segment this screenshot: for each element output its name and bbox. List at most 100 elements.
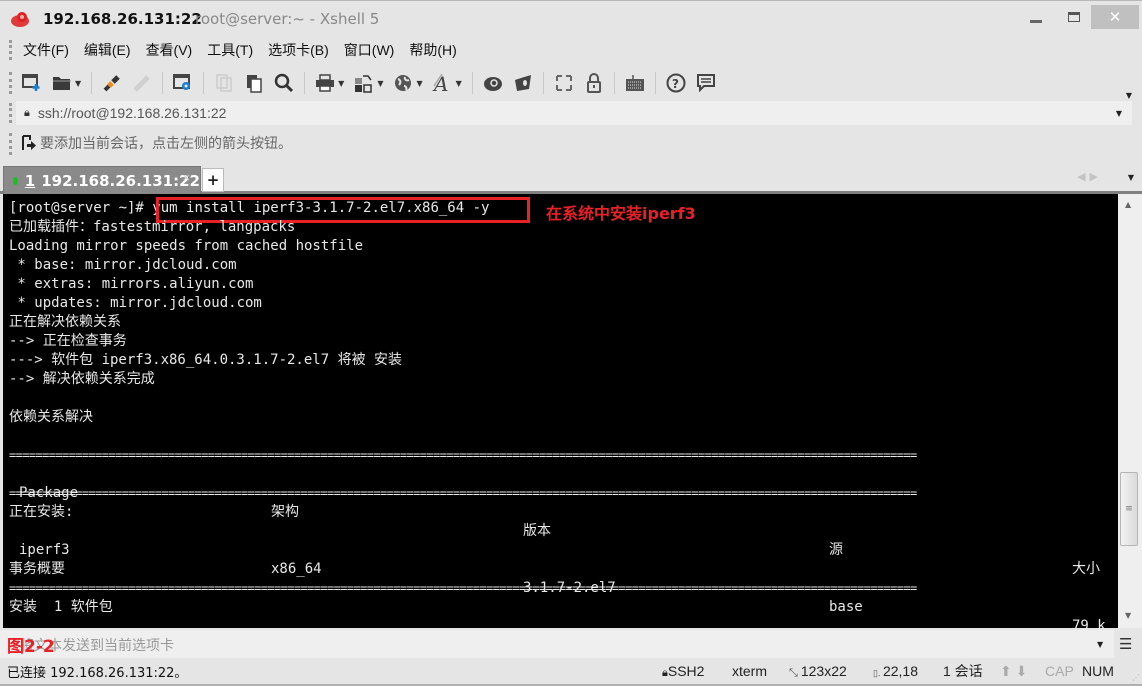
toolbar-separator: [162, 72, 164, 94]
close-icon: ✕: [1108, 8, 1122, 26]
addressbar-grip[interactable]: [9, 103, 12, 123]
cursor-position-value: 22,18: [882, 663, 919, 679]
lock-icon: [586, 73, 601, 93]
lock-button[interactable]: [582, 71, 606, 95]
session-count: 1 会话: [943, 663, 983, 679]
svg-text:?: ?: [672, 77, 679, 91]
session-hint-bar: 要添加当前会话，点击左侧的箭头按钮。: [0, 128, 1142, 158]
copy-button[interactable]: [212, 71, 236, 95]
session-properties-button[interactable]: [171, 71, 195, 95]
tab-scroll-arrows-icon[interactable]: ◀▶: [1077, 170, 1102, 183]
compose-input[interactable]: 将文本发送到当前选项卡 图2-2: [0, 630, 1114, 658]
connect-button[interactable]: [100, 71, 124, 95]
status-bar: 已连接 192.168.26.131:22。 🔒︎SSH2 xterm ⤡ 12…: [0, 658, 1142, 686]
scrollbar-thumb[interactable]: ≡: [1120, 472, 1138, 546]
num-lock-indicator: NUM: [1082, 663, 1114, 679]
menu-file[interactable]: 文件(F): [23, 40, 69, 60]
print-dropdown-icon[interactable]: ▼: [338, 79, 344, 88]
toolbar-overflow-icon[interactable]: ▼: [1126, 91, 1132, 100]
find-button[interactable]: [272, 71, 296, 95]
summary-label: 事务概要: [9, 561, 65, 577]
cell-package: iperf3: [19, 542, 70, 558]
minimize-icon: [1030, 19, 1042, 23]
tab-list-dropdown-icon[interactable]: ▼: [1128, 173, 1134, 182]
new-tab-button[interactable]: +: [202, 168, 224, 192]
toolbar: ▼ ▼ ▼ ▼ A ▼ ? ▼: [0, 66, 1142, 100]
xmanager-icon: [514, 75, 531, 91]
cell-repo: base: [829, 599, 863, 615]
toolbar-separator: [91, 72, 93, 94]
compose-bar: 将文本发送到当前选项卡 图2-2 ▼ ☰: [0, 630, 1142, 658]
terminal-line: ---> 软件包 iperf3.x86_64.0.3.1.7-2.el7 将被 …: [9, 352, 403, 368]
title-bar: 192.168.26.131:22 root@server:~ - Xshell…: [0, 0, 1142, 36]
menu-help[interactable]: 帮助(H): [409, 40, 456, 60]
terminal-line: Loading mirror speeds from cached hostfi…: [9, 238, 364, 254]
help-button[interactable]: ?: [664, 71, 688, 95]
summary-line: 安装 1 软件包: [9, 599, 113, 615]
paste-button[interactable]: [242, 71, 266, 95]
globe-button[interactable]: [391, 71, 415, 95]
cursor-icon: ▯.: [873, 668, 883, 678]
address-bar[interactable]: 🔒︎ ssh://root@192.168.26.131:22 ▼: [16, 101, 1132, 125]
font-dropdown-icon[interactable]: ▼: [456, 79, 462, 88]
terminal-line: * extras: mirrors.aliyun.com: [9, 276, 254, 292]
find-icon: [274, 73, 294, 93]
close-button[interactable]: ✕: [1091, 5, 1139, 29]
session-tab[interactable]: 1 192.168.26.131:22 ×: [3, 166, 201, 195]
prompt: [root@server ~]#: [9, 200, 153, 216]
separator-line: ========================================…: [9, 581, 917, 595]
keyboard-button[interactable]: [623, 71, 647, 95]
protocol-label: SSH2: [667, 662, 705, 679]
font-button[interactable]: A: [431, 71, 455, 95]
scroll-down-icon[interactable]: ▼: [1125, 611, 1131, 620]
transfer-dropdown-icon[interactable]: ▼: [377, 79, 383, 88]
xshell-logo-icon: [11, 12, 29, 27]
transfer-button[interactable]: [352, 71, 376, 95]
disconnect-button[interactable]: [130, 71, 154, 95]
lock-icon: 🔒︎: [24, 106, 30, 119]
compose-menu-icon[interactable]: ☰: [1119, 635, 1132, 653]
fullscreen-button[interactable]: [552, 71, 576, 95]
new-session-button[interactable]: [20, 71, 44, 95]
svg-text:A: A: [432, 72, 448, 94]
menu-tabs[interactable]: 选项卡(B): [268, 40, 329, 60]
font-icon: A: [432, 72, 448, 94]
terminal-scrollbar[interactable]: ▲ ≡ ▼: [1118, 194, 1142, 628]
scroll-up-icon[interactable]: ▲: [1125, 200, 1131, 209]
add-session-arrow-icon[interactable]: [22, 135, 36, 151]
open-button[interactable]: [50, 71, 74, 95]
paste-icon: [247, 75, 262, 93]
globe-dropdown-icon[interactable]: ▼: [416, 79, 422, 88]
window-title-host: 192.168.26.131:22: [43, 10, 202, 28]
print-icon: [316, 74, 335, 92]
menu-window[interactable]: 窗口(W): [344, 40, 395, 60]
compose-dropdown-icon[interactable]: ▼: [1097, 640, 1103, 649]
open-dropdown-icon[interactable]: ▼: [75, 79, 81, 88]
toolbar-grip[interactable]: [9, 72, 12, 94]
window-title: root@server:~ - Xshell 5: [195, 10, 380, 28]
resize-grip-icon[interactable]: ⋰: [1132, 673, 1140, 682]
tab-number: 1: [24, 172, 36, 190]
menu-view[interactable]: 查看(V): [146, 40, 193, 60]
address-dropdown-icon[interactable]: ▼: [1116, 109, 1122, 118]
protocol-status: 🔒︎SSH2: [662, 663, 704, 680]
terminal-line: --> 解决依赖关系完成: [9, 371, 155, 387]
chat-button[interactable]: [694, 71, 718, 95]
toolbar-separator: [471, 72, 473, 94]
print-button[interactable]: [313, 71, 337, 95]
terminal-output[interactable]: [root@server ~]# yum install iperf3-3.1.…: [0, 194, 1118, 634]
menu-bar: 文件(F) 编辑(E) 查看(V) 工具(T) 选项卡(B) 窗口(W) 帮助(…: [0, 36, 1142, 64]
address-input[interactable]: ssh://root@192.168.26.131:22: [38, 105, 227, 121]
tab-close-icon[interactable]: ×: [182, 171, 191, 184]
terminal-size-value: 123x22: [800, 662, 847, 679]
menu-edit[interactable]: 编辑(E): [84, 40, 131, 60]
xmanager-button[interactable]: [511, 71, 535, 95]
menu-tools[interactable]: 工具(T): [207, 40, 253, 60]
connect-icon: [103, 75, 120, 92]
annotation-label: 在系统中安装iperf3: [546, 204, 696, 223]
xftp-button[interactable]: [481, 71, 505, 95]
menubar-grip[interactable]: [9, 40, 12, 60]
terminal-size: ⤡ 123x22: [789, 663, 847, 680]
toolbar-separator: [203, 72, 205, 94]
tab-bar: 1 192.168.26.131:22 × + ◀▶ ▼: [0, 160, 1142, 195]
